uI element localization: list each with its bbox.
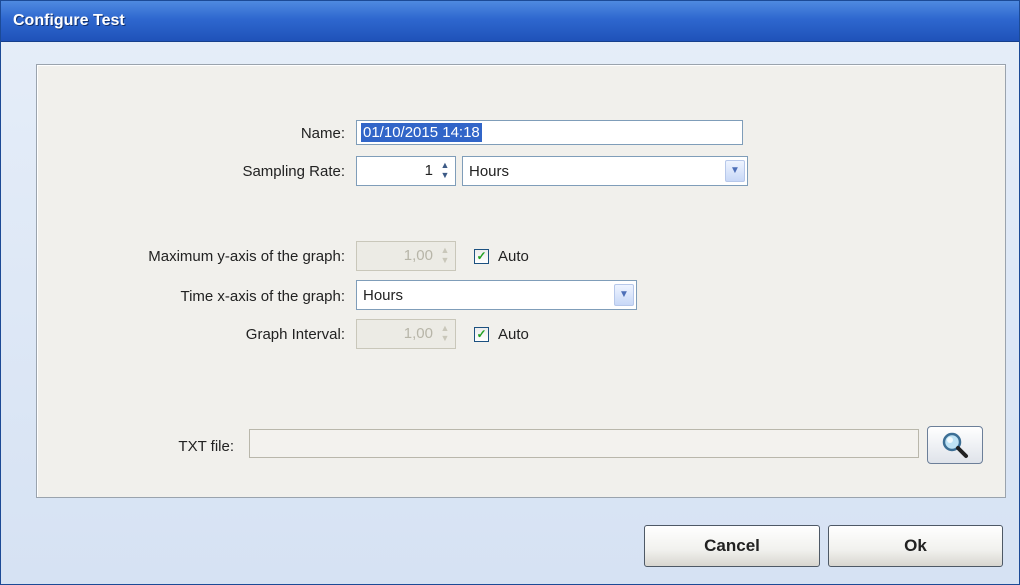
time-x-axis-select[interactable]: Hours ▼ (356, 280, 637, 310)
name-label: Name: (300, 125, 345, 142)
sampling-rate-value: 1 (424, 162, 433, 179)
time-x-axis-value: Hours (363, 287, 404, 304)
window-title: Configure Test (13, 12, 125, 29)
checkmark-icon: ✓ (476, 327, 487, 341)
configure-test-dialog: Configure Test Name: 01/10/2015 14:18 Sa… (0, 0, 1020, 585)
txt-file-label: TXT file: (178, 438, 234, 455)
sampling-rate-label: Sampling Rate: (242, 163, 345, 180)
max-y-axis-spinner: 1,00 ▲ ▼ (356, 241, 456, 271)
magnifier-icon (942, 432, 968, 458)
name-value: 01/10/2015 14:18 (361, 123, 482, 142)
txt-file-field[interactable] (249, 429, 919, 458)
checkmark-icon: ✓ (476, 249, 487, 263)
max-y-axis-label: Maximum y-axis of the graph: (148, 248, 345, 265)
sampling-rate-unit-select[interactable]: Hours ▼ (462, 156, 748, 186)
chevron-down-icon[interactable]: ▼ (614, 284, 634, 306)
chevron-down-icon[interactable]: ▼ (725, 160, 745, 182)
cancel-button[interactable]: Cancel (644, 525, 820, 567)
graph-interval-auto-label: Auto (498, 326, 529, 343)
sampling-rate-spinner[interactable]: 1 ▲ ▼ (356, 156, 456, 186)
max-y-axis-auto-checkbox[interactable]: ✓ (474, 249, 489, 264)
spin-arrows-icon[interactable]: ▲ ▼ (437, 160, 453, 182)
sampling-rate-unit-value: Hours (469, 163, 510, 180)
graph-interval-spinner: 1,00 ▲ ▼ (356, 319, 456, 349)
graph-interval-label: Graph Interval: (245, 326, 345, 343)
spin-arrows-icon: ▲ ▼ (440, 323, 450, 343)
browse-button[interactable] (927, 426, 983, 464)
name-field[interactable]: 01/10/2015 14:18 (356, 120, 743, 145)
time-x-axis-label: Time x-axis of the graph: (180, 288, 345, 305)
title-bar[interactable]: Configure Test (1, 1, 1019, 42)
ok-button[interactable]: Ok (828, 525, 1003, 567)
max-y-axis-auto-label: Auto (498, 248, 529, 265)
max-y-axis-value: 1,00 (403, 247, 433, 264)
graph-interval-auto-checkbox[interactable]: ✓ (474, 327, 489, 342)
graph-interval-value: 1,00 (403, 325, 433, 342)
spin-arrows-icon: ▲ ▼ (440, 245, 450, 265)
